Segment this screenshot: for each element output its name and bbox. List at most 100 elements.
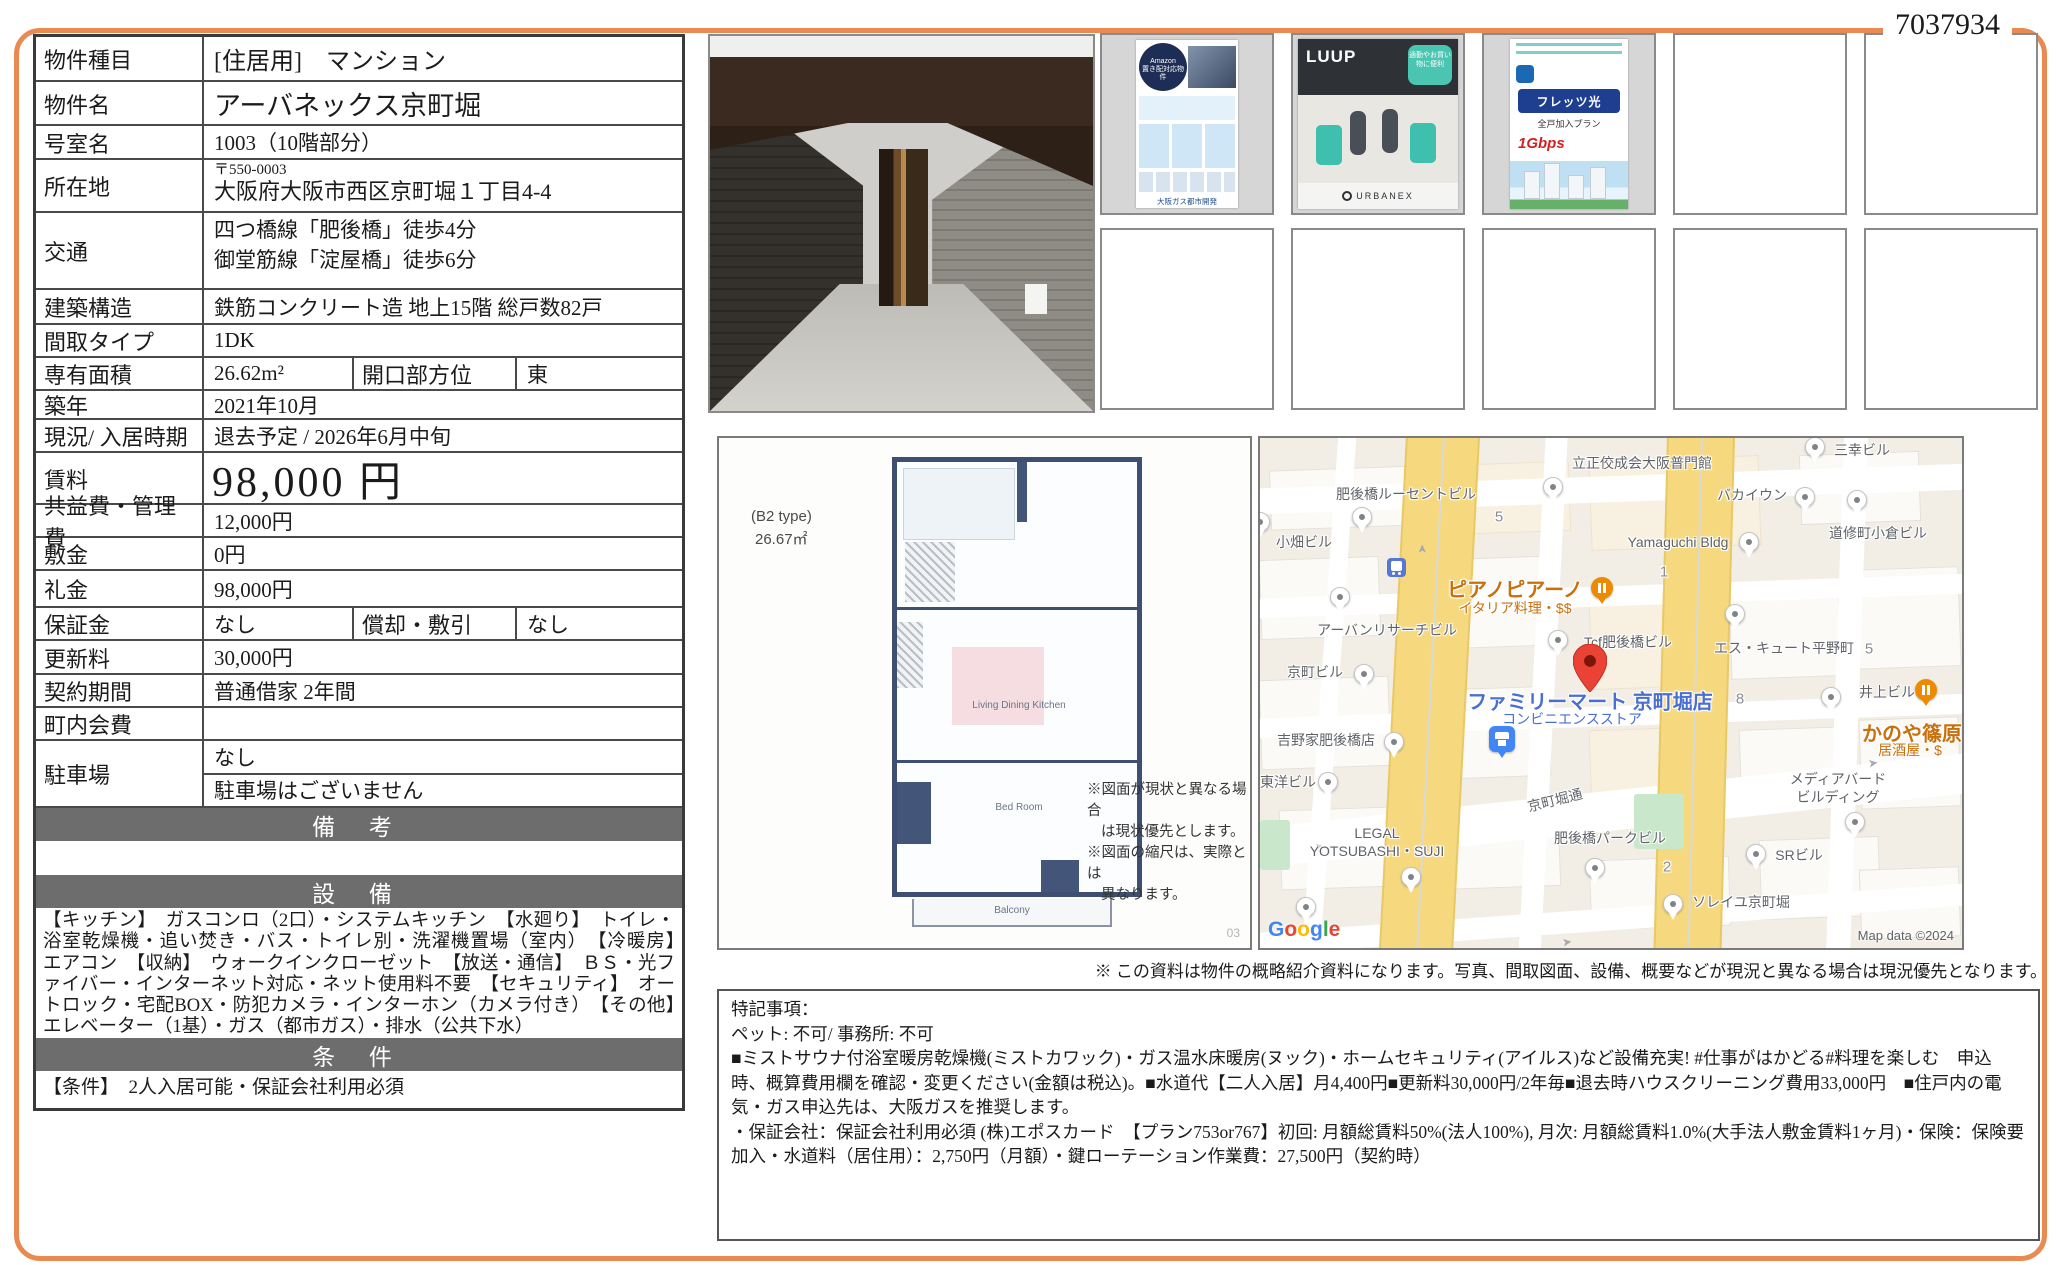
map-pin-icon	[1746, 844, 1766, 864]
plan-area-label: 26.67㎡	[755, 528, 808, 549]
row-room-number: 号室名1003（10階部分）	[36, 126, 682, 160]
map-label: 5	[1495, 509, 1503, 526]
map-pin-icon	[1847, 490, 1867, 510]
map-label: 5	[1865, 641, 1873, 658]
map-label: コンビニエンスストア	[1502, 709, 1642, 729]
label-layout-type: 間取タイプ	[36, 325, 204, 356]
map-label: 肥後橋パークビル	[1554, 828, 1666, 848]
label-structure: 建築構造	[36, 290, 204, 323]
label-floor-area-2: 開口部方位	[352, 358, 517, 389]
value-status-move-in: 退去予定 / 2026年6月中旬	[204, 420, 682, 451]
urbanex-logo: URBANEX	[1298, 183, 1458, 209]
value-floor-area: 26.62m²	[204, 358, 352, 389]
map-label: YOTSUBASHI・SUJI	[1310, 841, 1445, 861]
train-station-icon	[1387, 558, 1406, 577]
map-label: 三幸ビル	[1834, 440, 1890, 460]
address-text: 大阪府大阪市西区京町堀１丁目4-4	[214, 179, 551, 205]
value-key-money: 98,000円	[204, 571, 682, 606]
restaurant-pin-icon	[1915, 679, 1937, 701]
flets-speed: 1Gbps	[1518, 135, 1565, 152]
label-status-move-in: 現況/ 入居時期	[36, 420, 204, 451]
luup-bubble: 通勤やお買い物に便利	[1408, 45, 1452, 85]
value-layout-type: 1DK	[204, 325, 682, 356]
map-pin-icon	[1318, 772, 1338, 792]
conditions-text: 【条件】 2人入居可能・保証会社利用必須	[36, 1071, 682, 1108]
plan-note-line: ※図面の縮尺は、実際とは	[1087, 843, 1247, 885]
value-property-type: [住居用] マンション	[204, 37, 682, 80]
label-address: 所在地	[36, 160, 204, 211]
reference-number: 7037934	[1883, 8, 2012, 42]
value-built-year: 2021年10月	[204, 391, 682, 418]
conditions-header: 条 件	[36, 1038, 682, 1071]
value-contract-period: 普通借家 2年間	[204, 675, 682, 706]
flets-badge: フレッツ光	[1518, 89, 1620, 113]
equipment-header: 設 備	[36, 875, 682, 908]
map-pin-icon	[1795, 487, 1815, 507]
room-label-ldk: Living Dining Kitchen	[959, 700, 1079, 711]
map-pin-icon	[1739, 532, 1759, 552]
map-pin-icon	[1330, 587, 1350, 607]
map-label: 小畑ビル	[1276, 532, 1332, 552]
floor-plan-panel: (B2 type) 26.67㎡ Living Dining Kitchen B…	[717, 436, 1252, 950]
map-pin-icon	[1401, 867, 1421, 887]
value-neighborhood-fee	[204, 708, 682, 739]
ntt-logo-icon	[1516, 65, 1534, 83]
luup-photo	[1298, 95, 1458, 183]
equipment-text: 【キッチン】 ガスコンロ（2口）・システムキッチン 【水廻り】 トイレ・浴室乾燥…	[36, 908, 682, 1038]
thumbnail-empty-2	[1864, 33, 2038, 215]
map-pin-icon	[1805, 437, 1825, 457]
thumbnail-flets-flyer: フレッツ光 全戸加入プラン 1Gbps	[1482, 33, 1656, 215]
value-address: 〒550-0003大阪府大阪市西区京町堀１丁目4-4	[204, 160, 682, 211]
room-label-balcony: Balcony	[912, 899, 1112, 927]
map-green-area	[1260, 820, 1290, 870]
row-renewal-fee: 更新料30,000円	[36, 641, 682, 675]
map-label: 肥後橋ルーセントビル	[1336, 484, 1476, 504]
row-property-name: 物件名アーバネックス京町堀	[36, 82, 682, 126]
map-pin-icon	[1352, 507, 1372, 527]
label-room-number: 号室名	[36, 126, 204, 158]
map-label: 8	[1736, 691, 1744, 708]
map-label: LEGAL	[1354, 825, 1399, 841]
map-label: メディアバード	[1790, 769, 1886, 789]
property-flyer-page: 7037934 物件種目[住居用] マンション物件名アーバネックス京町堀号室名1…	[0, 0, 2056, 1265]
map-label: 吉野家肥後橋店	[1277, 730, 1375, 750]
map-direction-arrow-icon: ➤	[1415, 544, 1429, 554]
row-common-fee: 共益費・管理費12,000円	[36, 505, 682, 538]
label-deposit: 敷金	[36, 538, 204, 569]
map-label: 東洋ビル	[1260, 772, 1316, 792]
notes-title: 特記事項：	[731, 997, 2026, 1022]
transit-line-1: 四つ橋線「肥後橋」徒歩4分	[214, 215, 477, 245]
value-parking: なし駐車場はございません	[204, 741, 682, 806]
luup-logo: LUUP	[1306, 47, 1356, 67]
label-parking: 駐車場	[36, 741, 204, 806]
thumbnail-empty-1	[1673, 33, 1847, 215]
row-structure: 建築構造鉄筋コンクリート造 地上15階 総戸数82戸	[36, 290, 682, 325]
photo-wall-sign	[1025, 284, 1047, 314]
disclaimer-line: ※ この資料は物件の概略紹介資料になります。写真、間取図面、設備、概要などが現況…	[717, 957, 2047, 982]
thumbnail-empty-7	[1864, 228, 2038, 410]
map-label: アーバンリサーチビル	[1317, 620, 1457, 640]
row-neighborhood-fee: 町内会費	[36, 708, 682, 741]
map-label: SRビル	[1775, 845, 1822, 865]
transit-line-2: 御堂筋線「淀屋橋」徒歩6分	[214, 245, 477, 275]
google-logo: Google	[1268, 918, 1340, 942]
remarks-text	[36, 841, 682, 875]
label-property-name: 物件名	[36, 82, 204, 124]
map-pin-icon	[1543, 477, 1563, 497]
amazon-okihai-badge: Amazon 置き配対応物件	[1139, 43, 1187, 91]
label-guarantee: 保証金	[36, 608, 204, 639]
map-label: 道修町小倉ビル	[1829, 523, 1927, 543]
value-common-fee: 12,000円	[204, 505, 682, 536]
thumbnail-luup-flyer: LUUP 通勤やお買い物に便利 URBANEX	[1291, 33, 1465, 215]
map-label: イタリア料理・$$	[1458, 598, 1571, 618]
label-transit: 交通	[36, 213, 204, 288]
map-label: 1	[1660, 564, 1668, 581]
row-contract-period: 契約期間普通借家 2年間	[36, 675, 682, 708]
row-floor-area: 専有面積26.62m²開口部方位東	[36, 358, 682, 391]
label-floor-area: 専有面積	[36, 358, 204, 389]
map-label: 井上ビル	[1859, 682, 1915, 702]
entrance-photo	[708, 34, 1095, 413]
notes-pet: ペット: 不可/ 事務所: 不可	[731, 1022, 2026, 1047]
thumbnail-amazon-flyer: Amazon 置き配対応物件 大阪ガス都市開発	[1100, 33, 1274, 215]
label-common-fee: 共益費・管理費	[36, 505, 204, 536]
